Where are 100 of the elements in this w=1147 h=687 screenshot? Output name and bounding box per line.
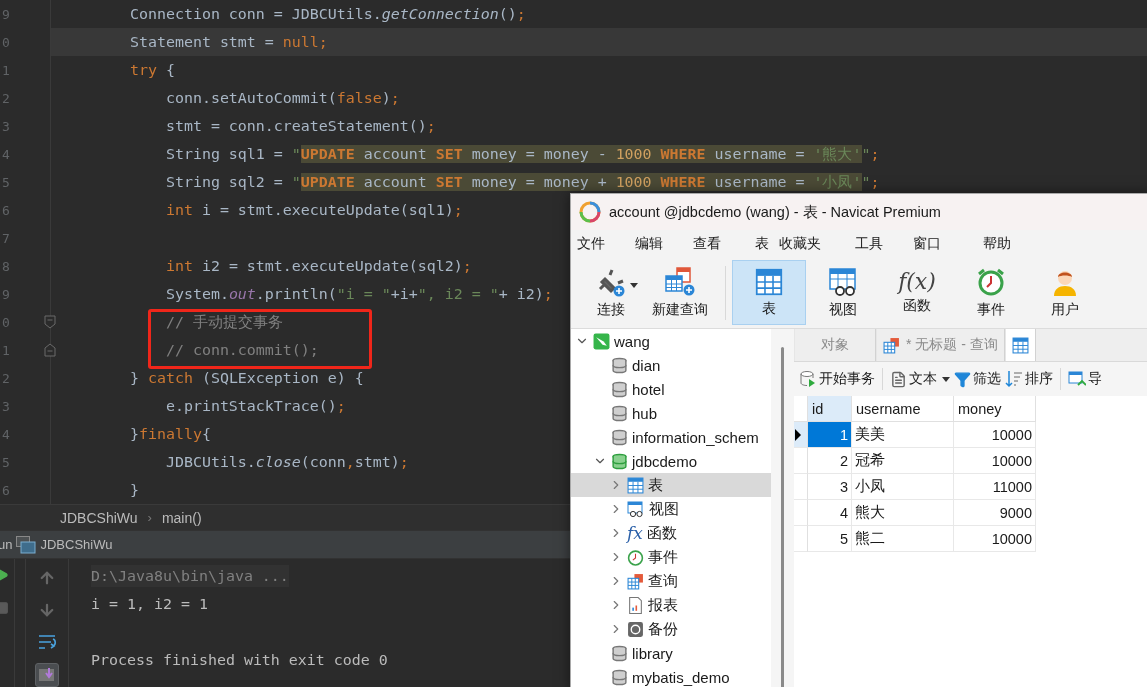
- tree-label: 表: [648, 475, 663, 495]
- tree-label: jdbcdemo: [632, 452, 698, 470]
- tree-label: mybatis_demo: [632, 668, 730, 686]
- alarm-clock-icon: [976, 266, 1006, 297]
- table-cell: 美美: [852, 422, 954, 448]
- line-number: 1: [2, 342, 10, 358]
- tree-item[interactable]: 报表: [571, 593, 771, 617]
- fold-marker-icon[interactable]: [44, 315, 56, 329]
- line-number: 1: [2, 62, 10, 78]
- tree-item[interactable]: wang: [571, 329, 771, 353]
- tree-label: hotel: [632, 380, 665, 398]
- dropdown-caret-icon[interactable]: [630, 283, 638, 288]
- tree-label: 查询: [648, 571, 678, 591]
- toolbar-button[interactable]: 导: [1067, 367, 1103, 391]
- code-line: String sql1 = "UPDATE account SET money = money - 1000 WHERE username = '熊大'";: [164, 144, 880, 164]
- table-cell: 1: [808, 422, 852, 448]
- toolbar-button[interactable]: 文本: [889, 367, 951, 391]
- code-line: e.printStackTrace();: [164, 397, 346, 415]
- menu-item[interactable]: 查看: [693, 232, 721, 256]
- code-line: int i = stmt.executeUpdate(sql1);: [164, 201, 463, 219]
- menu-item[interactable]: 文件: [577, 232, 605, 256]
- tree-label: information_schem: [632, 428, 759, 446]
- soft-wrap-icon[interactable]: [37, 633, 57, 651]
- table-cell: 2: [808, 448, 852, 474]
- tree-item[interactable]: 备份: [571, 617, 771, 641]
- toolbar-button[interactable]: 表: [732, 260, 806, 325]
- arrow-down-icon[interactable]: [38, 601, 56, 619]
- tree-item[interactable]: hub: [571, 401, 771, 425]
- tree-label: 备份: [648, 619, 678, 639]
- tree-item[interactable]: hotel: [571, 377, 771, 401]
- tab[interactable]: [1004, 329, 1036, 361]
- tree-item[interactable]: mybatis_demo: [571, 665, 771, 687]
- toolbar-button[interactable]: f(x) 函数: [880, 260, 954, 325]
- table-cell: 10000: [954, 422, 1036, 448]
- tree-item[interactable]: 表: [571, 473, 771, 497]
- line-number: 6: [2, 482, 10, 498]
- toolbar-button[interactable]: 视图: [806, 260, 880, 325]
- view-icon: [828, 266, 858, 297]
- menu-item[interactable]: 帮助: [983, 232, 1011, 256]
- line-number: 0: [2, 314, 10, 330]
- table-cell: 5: [808, 526, 852, 552]
- menu-item[interactable]: 表: [755, 232, 769, 256]
- fold-marker-icon[interactable]: [44, 343, 56, 357]
- menu-item[interactable]: 收藏夹: [779, 232, 821, 256]
- code-line: // 手动提交事务: [164, 312, 283, 332]
- database-play-icon: [799, 370, 817, 388]
- tree-item[interactable]: jdbcdemo: [571, 449, 771, 473]
- column-header[interactable]: id: [808, 396, 852, 422]
- tree-item[interactable]: 查询: [571, 569, 771, 593]
- window-title: account @jdbcdemo (wang) - 表 - Navicat Premium: [609, 202, 941, 222]
- console-command: D:\Java8u\bin\java ...: [91, 565, 289, 587]
- toolbar-button[interactable]: 筛选: [953, 367, 1002, 391]
- code-line: JDBCUtils.close(conn,stmt);: [164, 453, 409, 471]
- clock-icon: [627, 548, 644, 566]
- column-header[interactable]: money: [954, 396, 1036, 422]
- line-number: 8: [2, 258, 10, 274]
- tree-item[interactable]: fx 函数: [571, 521, 771, 545]
- menu-item[interactable]: 编辑: [635, 232, 663, 256]
- code-line: }: [128, 481, 139, 499]
- code-line: conn.setAutoCommit(false);: [164, 89, 400, 107]
- report-icon: [627, 596, 644, 614]
- tree-label: 报表: [648, 595, 678, 615]
- code-line: } catch (SQLException e) {: [128, 369, 364, 387]
- breadcrumb-item[interactable]: main(): [161, 509, 202, 526]
- menu-item[interactable]: 工具: [855, 232, 883, 256]
- toolbar-button[interactable]: 开始事务: [798, 367, 876, 391]
- menu-item[interactable]: 窗口: [913, 232, 941, 256]
- toolbar-button[interactable]: 连接: [581, 260, 641, 325]
- filter-icon: [954, 370, 971, 388]
- line-number: 0: [2, 34, 10, 50]
- breadcrumb-separator: ›: [147, 510, 152, 526]
- dropdown-caret-icon[interactable]: [942, 376, 950, 382]
- query-icon: [664, 266, 696, 297]
- view-icon: [627, 500, 645, 518]
- code-line: System.out.println("i = "+i+", i2 = "+ i2);: [164, 285, 553, 303]
- tree-item[interactable]: 事件: [571, 545, 771, 569]
- tree-item[interactable]: library: [571, 641, 771, 665]
- run-config-tab[interactable]: JDBCShiWu: [40, 537, 113, 552]
- tree-label: hub: [632, 404, 658, 422]
- app-logo-icon: [579, 201, 601, 223]
- scrollbar[interactable]: [781, 347, 784, 687]
- table-cell: 小凤: [852, 474, 954, 500]
- console-output: Process finished with exit code 0: [91, 650, 388, 671]
- line-number: 7: [2, 230, 10, 246]
- tree-item[interactable]: information_schem: [571, 425, 771, 449]
- row-indicator[interactable]: [794, 422, 808, 448]
- breadcrumb-item[interactable]: JDBCShiWu: [60, 509, 138, 526]
- toolbar-button[interactable]: 排序: [1004, 367, 1054, 391]
- tree-item[interactable]: dian: [571, 353, 771, 377]
- column-header[interactable]: username: [852, 396, 954, 422]
- table-cell: 冠希: [852, 448, 954, 474]
- code-line: try {: [128, 61, 175, 79]
- toolbar-button[interactable]: 用户: [1028, 260, 1102, 325]
- toolbar-button[interactable]: 事件: [954, 260, 1028, 325]
- table-cell: 10000: [954, 448, 1036, 474]
- line-number: 9: [2, 6, 10, 22]
- toolbar-button[interactable]: 新建查询: [641, 260, 719, 325]
- line-number: 5: [2, 174, 10, 190]
- tree-item[interactable]: 视图: [571, 497, 771, 521]
- line-number: 4: [2, 426, 10, 442]
